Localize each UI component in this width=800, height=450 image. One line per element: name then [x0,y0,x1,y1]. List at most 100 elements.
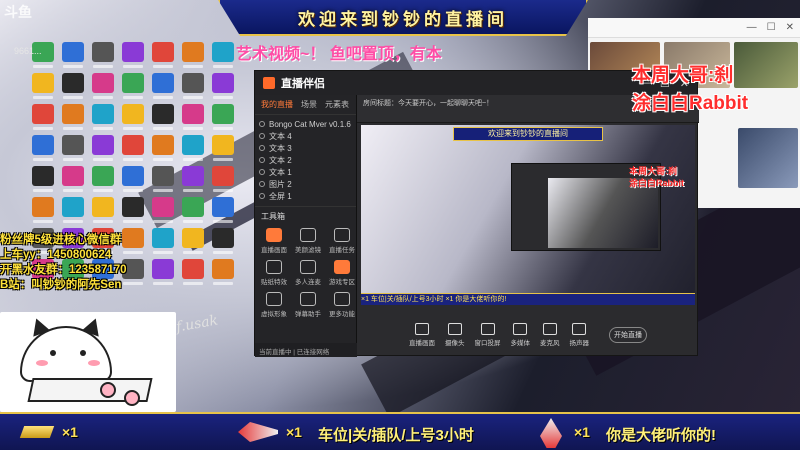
start-live-button[interactable]: 开始直播 [609,327,647,343]
top-donor-label: 本周大哥:刹 涂白白Rabbit [632,62,748,118]
app-shortcut-icon [212,104,234,130]
tool-button[interactable]: 虚拟形象 [257,292,291,318]
desktop-shortcut[interactable] [88,102,118,132]
eye-icon[interactable] [259,121,265,127]
tab-my-live[interactable]: 我的直播 [261,99,293,110]
desktop-shortcut[interactable] [118,164,148,194]
source-item[interactable]: 文本 4 [255,130,356,142]
desktop-shortcut[interactable] [28,164,58,194]
control-button[interactable]: 扬声器 [570,323,589,347]
source-item[interactable]: 图片 2 [255,178,356,190]
desktop-shortcut[interactable] [208,71,238,101]
tool-button[interactable]: 美颜滤镜 [291,228,325,254]
desktop-shortcut[interactable] [148,226,178,256]
control-button[interactable]: 麦克风 [540,323,560,347]
stream-preview[interactable]: 欢迎来到钞钞的直播间 本周大哥:刹 涂白白Rabbit ×1 车位|关/插队/上… [361,125,695,305]
desktop-shortcut[interactable] [208,164,238,194]
source-label: 文本 2 [269,155,292,165]
app-shortcut-icon [92,197,114,223]
eye-icon[interactable] [259,157,265,163]
video-thumbnail[interactable] [738,128,798,188]
source-item[interactable]: 全屏 1 [255,190,356,202]
close-icon[interactable]: ✕ [786,22,794,33]
desktop-shortcut[interactable] [208,102,238,132]
desktop-shortcut[interactable] [178,164,208,194]
desktop-shortcut[interactable] [148,195,178,225]
desktop-shortcut[interactable] [88,71,118,101]
desktop-shortcut[interactable] [88,133,118,163]
desktop-shortcut[interactable] [58,102,88,132]
desktop-shortcut[interactable] [118,133,148,163]
desktop-shortcut[interactable] [208,226,238,256]
control-button[interactable]: 直播画面 [409,323,435,347]
app-shortcut-icon [92,166,114,192]
desktop-shortcut[interactable] [148,164,178,194]
desktop-shortcut[interactable] [58,164,88,194]
app-shortcut-icon [92,42,114,68]
desktop-shortcut[interactable] [58,133,88,163]
desktop-shortcut[interactable] [118,195,148,225]
desktop-shortcut[interactable] [58,71,88,101]
gift-count: ×1 [62,424,78,440]
nested-bottom-bar: ×1 车位|关/插队/上号3小时 ×1 你是大佬听你的! [361,293,695,305]
tool-button[interactable]: 更多功能 [325,292,359,318]
desktop-shortcut[interactable] [148,257,178,287]
eye-icon[interactable] [259,193,265,199]
control-button[interactable]: 摄像头 [445,323,465,347]
control-icon [480,323,495,335]
source-item[interactable]: 文本 3 [255,142,356,154]
desktop-shortcut[interactable] [148,102,178,132]
desktop-shortcut[interactable] [28,71,58,101]
desktop-shortcut[interactable] [88,40,118,70]
tool-button[interactable]: 多人连麦 [291,260,325,286]
browser-titlebar: — ☐ ✕ [588,18,800,38]
desktop-shortcut[interactable] [178,40,208,70]
maximize-icon[interactable]: ☐ [767,22,776,33]
desktop-shortcut[interactable] [148,40,178,70]
tool-button[interactable]: 直播任务 [325,228,359,254]
desktop-shortcut[interactable] [88,195,118,225]
tool-button[interactable]: 直播画面 [257,228,291,254]
desktop-shortcut[interactable] [58,195,88,225]
eye-icon[interactable] [259,145,265,151]
desktop-shortcut[interactable] [148,133,178,163]
tab-scene[interactable]: 场景 [301,99,317,110]
desktop-shortcut[interactable] [178,71,208,101]
source-item[interactable]: Bongo Cat Mver v0.1.6 [255,118,356,130]
control-button[interactable]: 窗口投屏 [475,323,501,347]
control-button[interactable]: 多媒体 [511,323,530,347]
desktop-shortcut[interactable] [178,133,208,163]
eye-icon[interactable] [259,133,265,139]
desktop-shortcut[interactable] [148,71,178,101]
desktop-shortcut[interactable] [28,195,58,225]
tab-elements[interactable]: 元素表 [325,99,349,110]
desktop-shortcut[interactable] [118,40,148,70]
app-shortcut-icon [212,42,234,68]
top-donor-line-2: 涂白白Rabbit [632,93,749,114]
desktop-shortcut[interactable] [178,195,208,225]
desktop-shortcut[interactable] [118,102,148,132]
eye-icon[interactable] [259,181,265,187]
desktop-shortcut[interactable] [58,40,88,70]
desktop-shortcut[interactable] [178,257,208,287]
desktop-shortcut[interactable] [178,102,208,132]
desktop-shortcut[interactable] [178,226,208,256]
tool-button[interactable]: 弹幕助手 [291,292,325,318]
eye-icon[interactable] [259,169,265,175]
minimize-icon[interactable]: — [747,22,757,33]
control-bar: 直播画面 摄像头 窗口投屏 多媒体 麦克风 扬声器 开始直播 [357,313,699,357]
source-item[interactable]: 文本 2 [255,154,356,166]
desktop-shortcut[interactable] [208,195,238,225]
tool-button[interactable]: 贴纸特效 [257,260,291,286]
desktop-shortcut[interactable] [208,133,238,163]
desktop-shortcut[interactable] [208,40,238,70]
tool-button[interactable]: 游戏专区 [325,260,359,286]
source-label: Bongo Cat Mver v0.1.6 [269,119,351,129]
desktop-shortcut[interactable] [118,71,148,101]
desktop-shortcut[interactable] [208,257,238,287]
source-item[interactable]: 文本 1 [255,166,356,178]
desktop-shortcut[interactable] [28,102,58,132]
desktop-shortcut[interactable] [88,164,118,194]
desktop-shortcut[interactable] [28,133,58,163]
control-label: 摄像头 [445,340,465,347]
